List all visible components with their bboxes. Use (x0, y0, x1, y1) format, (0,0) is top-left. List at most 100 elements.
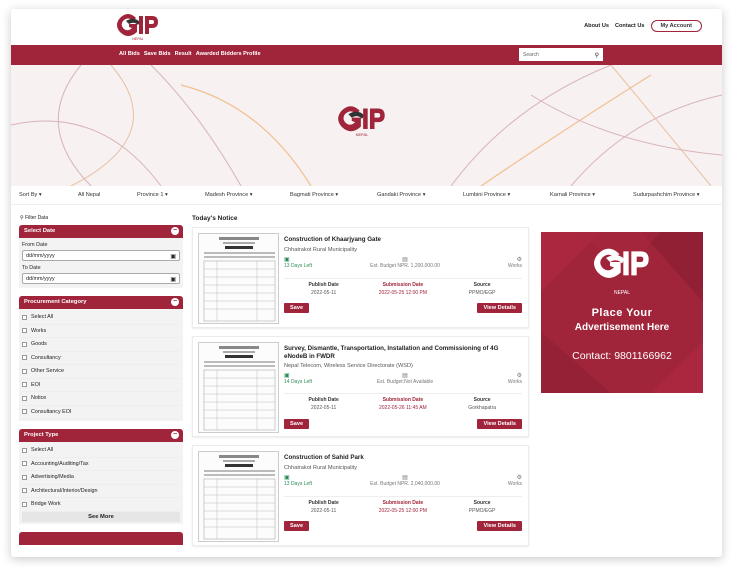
checkbox-works[interactable]: Works (22, 325, 180, 338)
notice-title[interactable]: Survey, Dismantle, Transportation, Insta… (284, 345, 522, 361)
province-gandaki-dropdown[interactable]: Gandaki Province ▾ (377, 192, 426, 198)
see-more-button[interactable]: See More (22, 511, 180, 522)
select-date-header[interactable]: Select Date − (19, 225, 183, 238)
collapse-icon[interactable]: − (171, 431, 179, 439)
nav-save-bids[interactable]: Save Bids (144, 51, 171, 57)
works-icon: ⚙ (516, 257, 522, 263)
collapse-icon[interactable]: − (171, 298, 179, 306)
checkbox-other-service[interactable]: Other Service (22, 365, 180, 379)
submission-date: Submission Date 2022-05-25 12:00 PM (363, 282, 442, 296)
province-filter-bar: Sort By ▾ All Nepal Province 1 ▾ Madesh … (11, 186, 722, 205)
checkbox-label: Select All (31, 314, 54, 321)
notice-card[interactable]: Construction of Khaarjyang Gate Chhatrak… (192, 227, 529, 328)
nav-all-bids[interactable]: All Bids (119, 51, 140, 57)
chevron-down-icon: ▾ (696, 192, 700, 198)
view-details-button[interactable]: View Details (477, 419, 522, 429)
checkbox-notice[interactable]: Notice (22, 392, 180, 406)
province-karnali-dropdown[interactable]: Karnali Province ▾ (550, 192, 595, 198)
checkbox-icon[interactable] (22, 474, 27, 480)
province-sudurpashchim-dropdown[interactable]: Sudurpashchim Province ▾ (633, 192, 700, 198)
ad-line2: Advertisement Here (574, 322, 670, 333)
checkbox-accounting[interactable]: Accounting/Auditing/Tax (22, 458, 180, 471)
checkbox-icon[interactable] (22, 341, 27, 347)
notice-thumbnail[interactable] (198, 342, 279, 433)
advertisement-box[interactable]: NEPAL Place Your Advertisement Here Cont… (541, 232, 703, 393)
view-details-button[interactable]: View Details (477, 521, 522, 531)
checkbox-advertising[interactable]: Advertising/Media (22, 471, 180, 485)
egp-ad-logo (594, 248, 649, 278)
submission-date-label: Submission Date (382, 282, 424, 288)
notice-title[interactable]: Construction of Sahid Park (284, 454, 522, 462)
province-label: Karnali Province (550, 192, 591, 198)
banner-logo-sub-text: NEPAL (356, 132, 370, 137)
filter-title-text: Filter Data (25, 215, 49, 221)
type-value: Works (507, 379, 522, 385)
budget-stat: ▤ Est. Budget NPR. 2,040,000.00 (360, 474, 450, 487)
notice-title[interactable]: Construction of Khaarjyang Gate (284, 236, 522, 244)
chevron-down-icon: ▾ (38, 192, 42, 198)
nav-result[interactable]: Result (175, 51, 192, 57)
next-section-header[interactable] (19, 531, 183, 545)
checkbox-select-all[interactable]: Select All (22, 444, 180, 458)
checkbox-label: Advertising/Media (31, 474, 74, 481)
checkbox-icon[interactable] (22, 409, 27, 415)
publish-date: Publish Date 2022-05-11 (284, 397, 363, 411)
checkbox-bridge-work[interactable]: Bridge Work (22, 498, 180, 512)
to-date-input[interactable]: dd/mm/yyyy ▣ (22, 273, 180, 284)
calendar-icon[interactable]: ▣ (170, 253, 176, 260)
checkbox-icon[interactable] (22, 488, 27, 494)
checkbox-eoi[interactable]: EOI (22, 379, 180, 392)
checkbox-consultancy[interactable]: Consultancy (22, 352, 180, 365)
checkbox-label: Other Service (31, 368, 64, 375)
my-account-button[interactable]: My Account (650, 20, 702, 32)
notice-organization: Nepal Telecom, Wireless Service Director… (284, 363, 413, 369)
checkbox-icon[interactable] (22, 314, 27, 320)
save-button[interactable]: Save (284, 419, 310, 429)
checkbox-icon[interactable] (22, 368, 27, 374)
document-preview-icon (203, 237, 276, 322)
select-date-title: Select Date (24, 228, 56, 234)
search-input[interactable]: Search ⚲ (519, 48, 603, 61)
checkbox-icon[interactable] (22, 501, 27, 507)
calendar-icon[interactable]: ▣ (170, 276, 176, 283)
checkbox-architectural[interactable]: Architectural/Interior/Design (22, 485, 180, 498)
checkbox-icon[interactable] (22, 447, 27, 453)
sort-by-dropdown[interactable]: Sort By ▾ (19, 192, 42, 198)
project-type-header[interactable]: Project Type − (19, 429, 183, 442)
notice-thumbnail[interactable] (198, 451, 279, 542)
document-preview-icon (203, 455, 276, 540)
money-icon: ▤ (402, 475, 408, 481)
checkbox-label: Architectural/Interior/Design (31, 487, 98, 494)
checkbox-icon[interactable] (22, 382, 27, 388)
view-details-button[interactable]: View Details (477, 303, 522, 313)
checkbox-goods[interactable]: Goods (22, 338, 180, 352)
province-madesh-dropdown[interactable]: Madesh Province ▾ (205, 192, 253, 198)
search-icon[interactable]: ⚲ (595, 52, 599, 59)
publish-date-value: 2022-05-11 (311, 290, 337, 296)
nav-awarded-bidders[interactable]: Awarded Bidders Profile (196, 51, 261, 57)
province-label: Bagmati Province (290, 192, 334, 198)
save-button[interactable]: Save (284, 521, 310, 531)
checkbox-icon[interactable] (22, 328, 27, 334)
egp-logo[interactable]: NEPAL (116, 12, 160, 42)
about-us-link[interactable]: About Us (584, 23, 609, 29)
notice-card[interactable]: Construction of Sahid Park Chhatrakot Ru… (192, 445, 529, 546)
province-all-nepal[interactable]: All Nepal (78, 192, 100, 198)
contact-us-link[interactable]: Contact Us (615, 23, 645, 29)
checkbox-icon[interactable] (22, 355, 27, 361)
province-1-dropdown[interactable]: Province 1 ▾ (137, 192, 168, 198)
collapse-icon[interactable]: − (171, 227, 179, 235)
checkbox-select-all[interactable]: Select All (22, 311, 180, 325)
province-lumbini-dropdown[interactable]: Lumbini Province ▾ (463, 192, 510, 198)
source-label: Source (473, 500, 491, 506)
notice-card[interactable]: Survey, Dismantle, Transportation, Insta… (192, 336, 529, 437)
notice-thumbnail[interactable] (198, 233, 279, 324)
checkbox-icon[interactable] (22, 395, 27, 401)
procurement-category-header[interactable]: Procurement Category − (19, 296, 183, 309)
checkbox-consultancy-eoi[interactable]: Consultancy EOI (22, 406, 180, 419)
checkbox-icon[interactable] (22, 461, 27, 467)
save-button[interactable]: Save (284, 303, 310, 313)
type-value: Works (507, 263, 522, 269)
province-bagmati-dropdown[interactable]: Bagmati Province ▾ (290, 192, 338, 198)
from-date-input[interactable]: dd/mm/yyyy ▣ (22, 250, 180, 261)
